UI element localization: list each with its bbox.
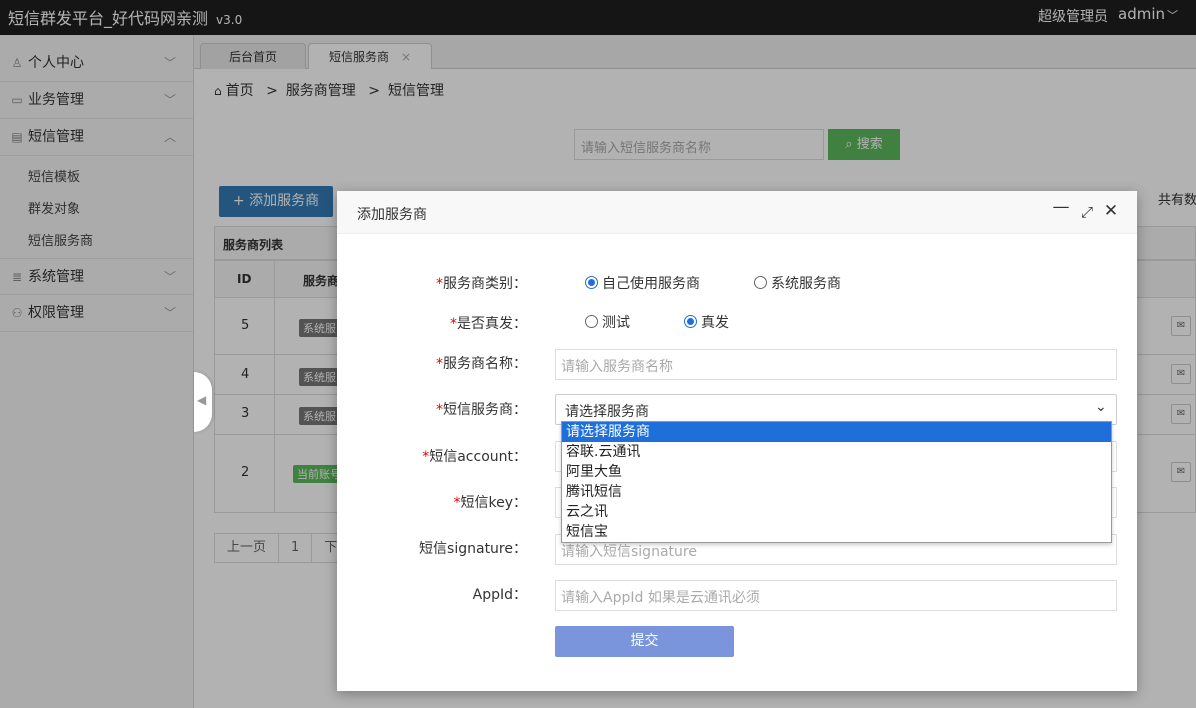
appid-label: AppId： <box>472 587 527 603</box>
radio-system-provider[interactable]: 系统服务商 <box>754 273 841 293</box>
sidebar-collapse-handle[interactable]: ◀ <box>194 372 212 432</box>
submit-button[interactable]: 提交 <box>555 626 734 657</box>
real-send-label: *是否真发： <box>450 316 527 332</box>
dialog-title: 添加服务商 <box>357 207 427 223</box>
provider-name-label: *服务商名称： <box>436 356 527 372</box>
sms-key-label: *短信key： <box>453 495 527 511</box>
radio-checked-icon <box>684 315 697 328</box>
dropdown-option[interactable]: 短信宝 <box>562 522 1111 542</box>
radio-unchecked-icon <box>754 276 767 289</box>
sms-account-label: *短信account： <box>422 449 527 465</box>
minimize-icon[interactable]: — <box>1052 197 1070 217</box>
dialog-header: 添加服务商 — ⤢ ✕ <box>337 191 1137 234</box>
chevron-down-icon: ⌄ <box>1095 399 1107 415</box>
provider-name-input[interactable]: 请输入服务商名称 <box>555 349 1117 380</box>
chevron-left-icon: ◀ <box>197 393 207 407</box>
provider-type-label: *服务商类别： <box>436 276 527 292</box>
sms-signature-label: 短信signature： <box>419 541 527 557</box>
dropdown-option[interactable]: 云之讯 <box>562 502 1111 522</box>
sms-provider-label: *短信服务商： <box>436 402 527 418</box>
dropdown-option[interactable]: 阿里大鱼 <box>562 462 1111 482</box>
radio-unchecked-icon <box>585 315 598 328</box>
maximize-icon[interactable]: ⤢ <box>1078 203 1096 221</box>
sms-provider-dropdown: 请选择服务商 容联.云通讯 阿里大鱼 腾讯短信 云之讯 短信宝 <box>561 421 1112 543</box>
dropdown-option[interactable]: 请选择服务商 <box>562 422 1111 442</box>
select-value: 请选择服务商 <box>565 404 649 420</box>
radio-test[interactable]: 测试 <box>585 312 630 332</box>
radio-real-send[interactable]: 真发 <box>684 312 729 332</box>
appid-input[interactable]: 请输入AppId 如果是云通讯必须 <box>555 580 1117 611</box>
close-icon[interactable]: ✕ <box>1102 201 1120 221</box>
radio-checked-icon <box>585 276 598 289</box>
radio-own-provider[interactable]: 自己使用服务商 <box>585 273 700 293</box>
dropdown-option[interactable]: 腾讯短信 <box>562 482 1111 502</box>
dropdown-option[interactable]: 容联.云通讯 <box>562 442 1111 462</box>
add-provider-dialog: 添加服务商 — ⤢ ✕ *服务商类别： 自己使用服务商 系统服务商 *是否真发：… <box>337 191 1137 691</box>
